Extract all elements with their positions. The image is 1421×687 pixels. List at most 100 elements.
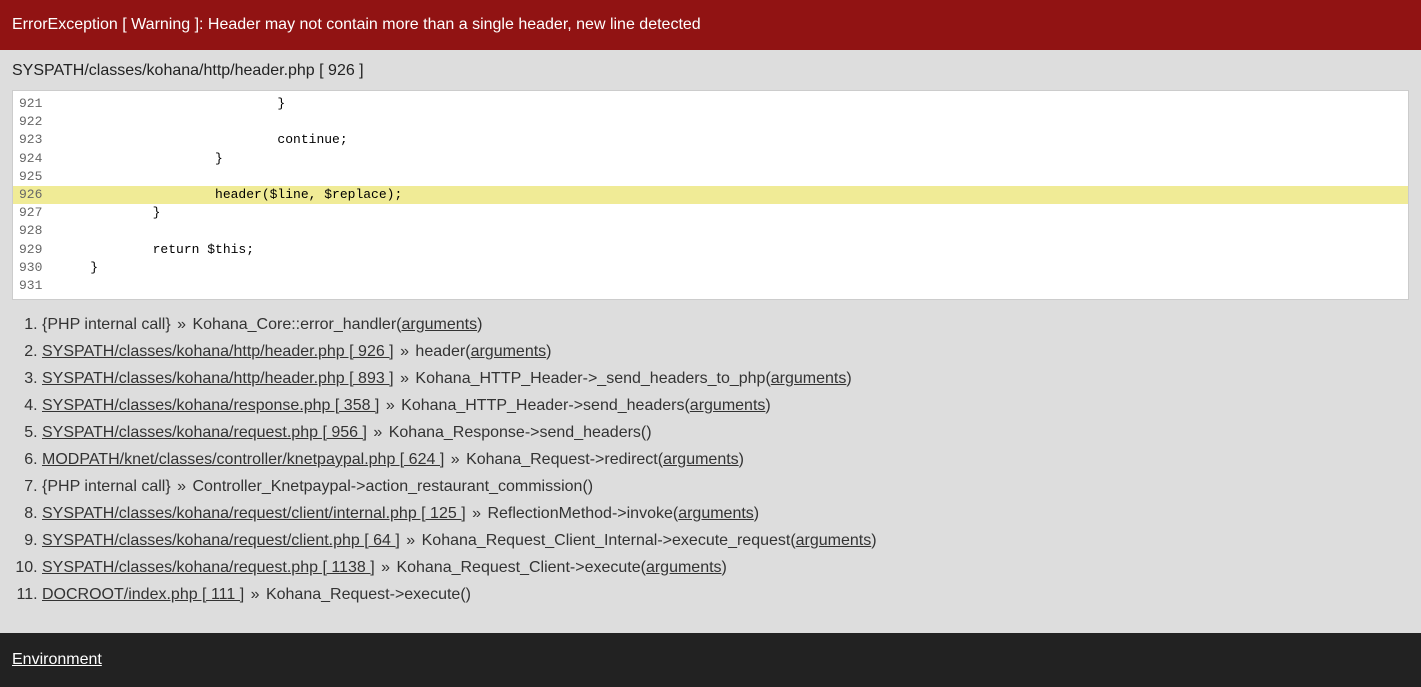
trace-separator: » <box>244 586 266 603</box>
trace-call: Kohana_HTTP_Header->_send_headers_to_php… <box>415 370 770 387</box>
trace-call: Kohana_HTTP_Header->send_headers( <box>401 397 690 414</box>
line-code: } <box>59 150 1408 168</box>
trace-item: DOCROOT/index.php [ 111 ] » Kohana_Reque… <box>42 586 1409 604</box>
trace-item: SYSPATH/classes/kohana/request/client.ph… <box>42 532 1409 550</box>
trace-call: Kohana_Request_Client->execute( <box>396 559 646 576</box>
trace-item: MODPATH/knet/classes/controller/knetpayp… <box>42 451 1409 469</box>
line-number: 925 <box>13 168 59 186</box>
trace-arguments-link[interactable]: arguments <box>663 451 739 468</box>
trace-item: SYSPATH/classes/kohana/request.php [ 956… <box>42 424 1409 442</box>
trace-call-close: ) <box>546 343 551 360</box>
trace-call: Kohana_Request->execute() <box>266 586 471 603</box>
trace-item: SYSPATH/classes/kohana/request/client/in… <box>42 505 1409 523</box>
line-code <box>59 222 1408 240</box>
trace-file-link[interactable]: SYSPATH/classes/kohana/response.php [ 35… <box>42 397 379 414</box>
trace-item: SYSPATH/classes/kohana/request.php [ 113… <box>42 559 1409 577</box>
line-code <box>59 113 1408 131</box>
trace-call: header( <box>415 343 470 360</box>
line-number: 921 <box>13 95 59 113</box>
trace-separator: » <box>400 532 422 549</box>
code-line: 925 <box>13 168 1408 186</box>
trace-separator: » <box>171 316 193 333</box>
trace-file-link[interactable]: DOCROOT/index.php [ 111 ] <box>42 586 244 603</box>
trace-item: {PHP internal call} » Controller_Knetpay… <box>42 478 1409 496</box>
trace-call: Kohana_Request->redirect( <box>466 451 663 468</box>
trace-item: SYSPATH/classes/kohana/http/header.php [… <box>42 370 1409 388</box>
environment-link[interactable]: Environment <box>12 651 102 668</box>
trace-separator: » <box>394 343 416 360</box>
code-line: 929 return $this; <box>13 241 1408 259</box>
trace-file-link[interactable]: SYSPATH/classes/kohana/request.php [ 956… <box>42 424 367 441</box>
trace-arguments-link[interactable]: arguments <box>471 343 547 360</box>
line-number: 924 <box>13 150 59 168</box>
trace-file-link[interactable]: MODPATH/knet/classes/controller/knetpayp… <box>42 451 444 468</box>
line-code: header($line, $replace); <box>59 186 1408 204</box>
line-number: 922 <box>13 113 59 131</box>
line-number: 923 <box>13 131 59 149</box>
line-code: } <box>59 259 1408 277</box>
trace-call: Kohana_Response->send_headers() <box>389 424 652 441</box>
code-line: 930 } <box>13 259 1408 277</box>
code-line: 923 continue; <box>13 131 1408 149</box>
error-message: ErrorException [ Warning ]: Header may n… <box>12 16 701 33</box>
code-line: 926 header($line, $replace); <box>13 186 1408 204</box>
trace-call-close: ) <box>722 559 727 576</box>
trace-call-close: ) <box>477 316 482 333</box>
trace-separator: » <box>394 370 416 387</box>
line-number: 929 <box>13 241 59 259</box>
trace-file-link[interactable]: SYSPATH/classes/kohana/http/header.php [… <box>42 370 394 387</box>
environment-section: Environment <box>0 633 1421 687</box>
trace-call-close: ) <box>739 451 744 468</box>
code-line: 924 } <box>13 150 1408 168</box>
line-code: return $this; <box>59 241 1408 259</box>
trace-arguments-link[interactable]: arguments <box>796 532 872 549</box>
line-number: 927 <box>13 204 59 222</box>
trace-arguments-link[interactable]: arguments <box>690 397 766 414</box>
trace-separator: » <box>444 451 466 468</box>
trace-item: {PHP internal call} » Kohana_Core::error… <box>42 316 1409 334</box>
trace-file-link[interactable]: SYSPATH/classes/kohana/http/header.php [… <box>42 343 394 360</box>
trace-separator: » <box>375 559 397 576</box>
source-file-header: SYSPATH/classes/kohana/http/header.php [… <box>0 50 1421 90</box>
line-code <box>59 277 1408 295</box>
line-number: 931 <box>13 277 59 295</box>
error-body: SYSPATH/classes/kohana/http/header.php [… <box>0 50 1421 633</box>
trace-file-link[interactable]: SYSPATH/classes/kohana/request/client.ph… <box>42 532 400 549</box>
trace-call-close: ) <box>846 370 851 387</box>
trace-file-text: {PHP internal call} <box>42 316 171 333</box>
line-number: 926 <box>13 186 59 204</box>
code-line: 928 <box>13 222 1408 240</box>
trace-separator: » <box>379 397 401 414</box>
line-number: 928 <box>13 222 59 240</box>
line-code: } <box>59 204 1408 222</box>
trace-call: Kohana_Request_Client_Internal->execute_… <box>422 532 796 549</box>
trace-file-link[interactable]: SYSPATH/classes/kohana/request/client/in… <box>42 505 466 522</box>
source-code-block: 921 }922923 continue;924 }925926 header(… <box>12 90 1409 300</box>
trace-separator: » <box>367 424 389 441</box>
source-file-path: SYSPATH/classes/kohana/http/header.php [… <box>12 62 364 79</box>
code-line: 931 <box>13 277 1408 295</box>
error-banner: ErrorException [ Warning ]: Header may n… <box>0 0 1421 50</box>
trace-arguments-link[interactable]: arguments <box>771 370 847 387</box>
trace-separator: » <box>466 505 488 522</box>
trace-call: Controller_Knetpaypal->action_restaurant… <box>192 478 593 495</box>
trace-item: SYSPATH/classes/kohana/http/header.php [… <box>42 343 1409 361</box>
code-line: 921 } <box>13 95 1408 113</box>
code-line: 922 <box>13 113 1408 131</box>
line-number: 930 <box>13 259 59 277</box>
trace-call: Kohana_Core::error_handler( <box>192 316 401 333</box>
trace-arguments-link[interactable]: arguments <box>646 559 722 576</box>
code-line: 927 } <box>13 204 1408 222</box>
trace-file-link[interactable]: SYSPATH/classes/kohana/request.php [ 113… <box>42 559 375 576</box>
line-code: continue; <box>59 131 1408 149</box>
trace-arguments-link[interactable]: arguments <box>401 316 477 333</box>
line-code: } <box>59 95 1408 113</box>
trace-arguments-link[interactable]: arguments <box>678 505 754 522</box>
trace-file-text: {PHP internal call} <box>42 478 171 495</box>
trace-call: ReflectionMethod->invoke( <box>487 505 678 522</box>
stack-trace-list: {PHP internal call} » Kohana_Core::error… <box>0 316 1421 633</box>
trace-call-close: ) <box>754 505 759 522</box>
trace-item: SYSPATH/classes/kohana/response.php [ 35… <box>42 397 1409 415</box>
trace-separator: » <box>171 478 193 495</box>
trace-call-close: ) <box>765 397 770 414</box>
